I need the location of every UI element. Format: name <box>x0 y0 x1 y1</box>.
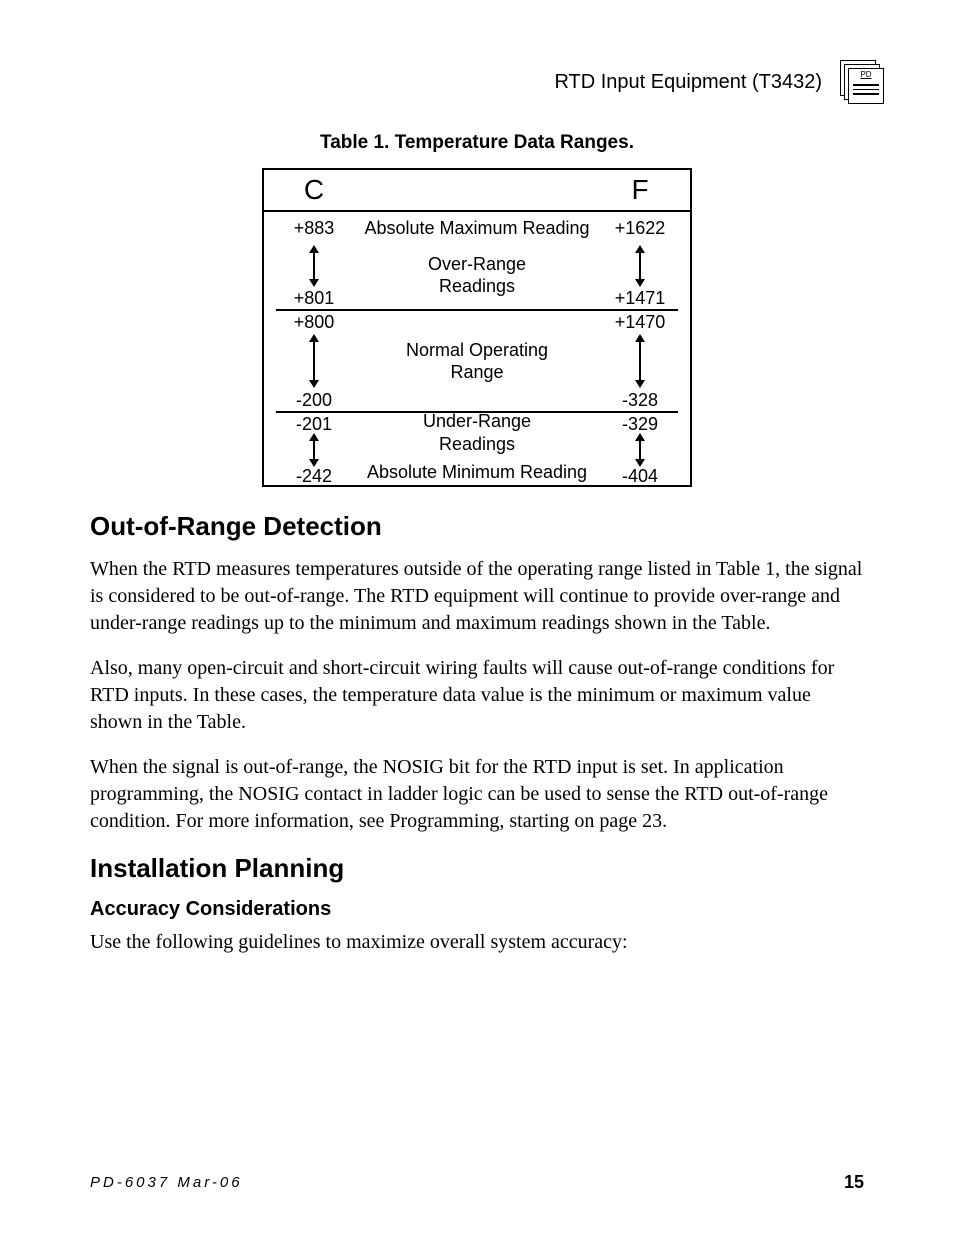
installation-planning-heading: Installation Planning <box>90 853 864 884</box>
under-range-band: -201 -242 Under-Range Readings Absolute … <box>264 413 690 485</box>
abs-max-f: +1622 <box>590 218 690 239</box>
over-f-bot: +1471 <box>615 289 666 307</box>
under-c-bot: -242 <box>296 467 332 485</box>
under-f-bot: -404 <box>622 467 658 485</box>
normal-range-label: Normal Operating Range <box>364 311 590 411</box>
over-range-label: Over-Range Readings <box>364 241 590 309</box>
oor-paragraph-2: Also, many open-circuit and short-circui… <box>90 655 864 736</box>
table-caption: Table 1. Temperature Data Ranges. <box>90 132 864 154</box>
double-arrow-icon <box>633 334 647 388</box>
out-of-range-heading: Out-of-Range Detection <box>90 511 864 542</box>
footer-page-number: 15 <box>844 1172 864 1193</box>
page-footer: PD-6037 Mar-06 15 <box>90 1172 864 1193</box>
abs-min-label: Absolute Minimum Reading <box>367 461 587 484</box>
abs-max-row: +883 Absolute Maximum Reading +1622 <box>264 212 690 241</box>
under-range-label: Under-Range Readings <box>423 410 531 455</box>
col-header-celsius: C <box>264 174 364 206</box>
table-header-row: C F <box>264 170 690 212</box>
page-header: RTD Input Equipment (T3432) PD <box>90 60 884 104</box>
page-header-title: RTD Input Equipment (T3432) <box>554 71 822 94</box>
abs-max-label: Absolute Maximum Reading <box>364 218 590 239</box>
normal-c-bot: -200 <box>296 391 332 409</box>
normal-f-bot: -328 <box>622 391 658 409</box>
normal-f-top: +1470 <box>615 313 666 331</box>
footer-doc-id: PD-6037 Mar-06 <box>90 1174 243 1191</box>
over-range-band: +801 Over-Range Readings +1471 <box>264 241 690 309</box>
double-arrow-icon <box>633 433 647 467</box>
normal-c-top: +800 <box>294 313 335 331</box>
temperature-range-table: C F +883 Absolute Maximum Reading +1622 … <box>262 168 692 487</box>
accuracy-paragraph: Use the following guidelines to maximize… <box>90 929 864 956</box>
double-arrow-icon <box>307 433 321 467</box>
over-c-bot: +801 <box>294 289 335 307</box>
double-arrow-icon <box>633 245 647 287</box>
under-f-top: -329 <box>622 415 658 433</box>
oor-paragraph-1: When the RTD measures temperatures outsi… <box>90 556 864 637</box>
double-arrow-icon <box>307 334 321 388</box>
oor-paragraph-3: When the signal is out-of-range, the NOS… <box>90 754 864 835</box>
normal-range-band: +800 -200 Normal Operating Range +1470 -… <box>264 311 690 411</box>
accuracy-considerations-heading: Accuracy Considerations <box>90 898 864 921</box>
pd-document-icon: PD <box>840 60 884 104</box>
double-arrow-icon <box>307 245 321 287</box>
abs-max-c: +883 <box>264 218 364 239</box>
under-c-top: -201 <box>296 415 332 433</box>
col-header-fahrenheit: F <box>590 174 690 206</box>
